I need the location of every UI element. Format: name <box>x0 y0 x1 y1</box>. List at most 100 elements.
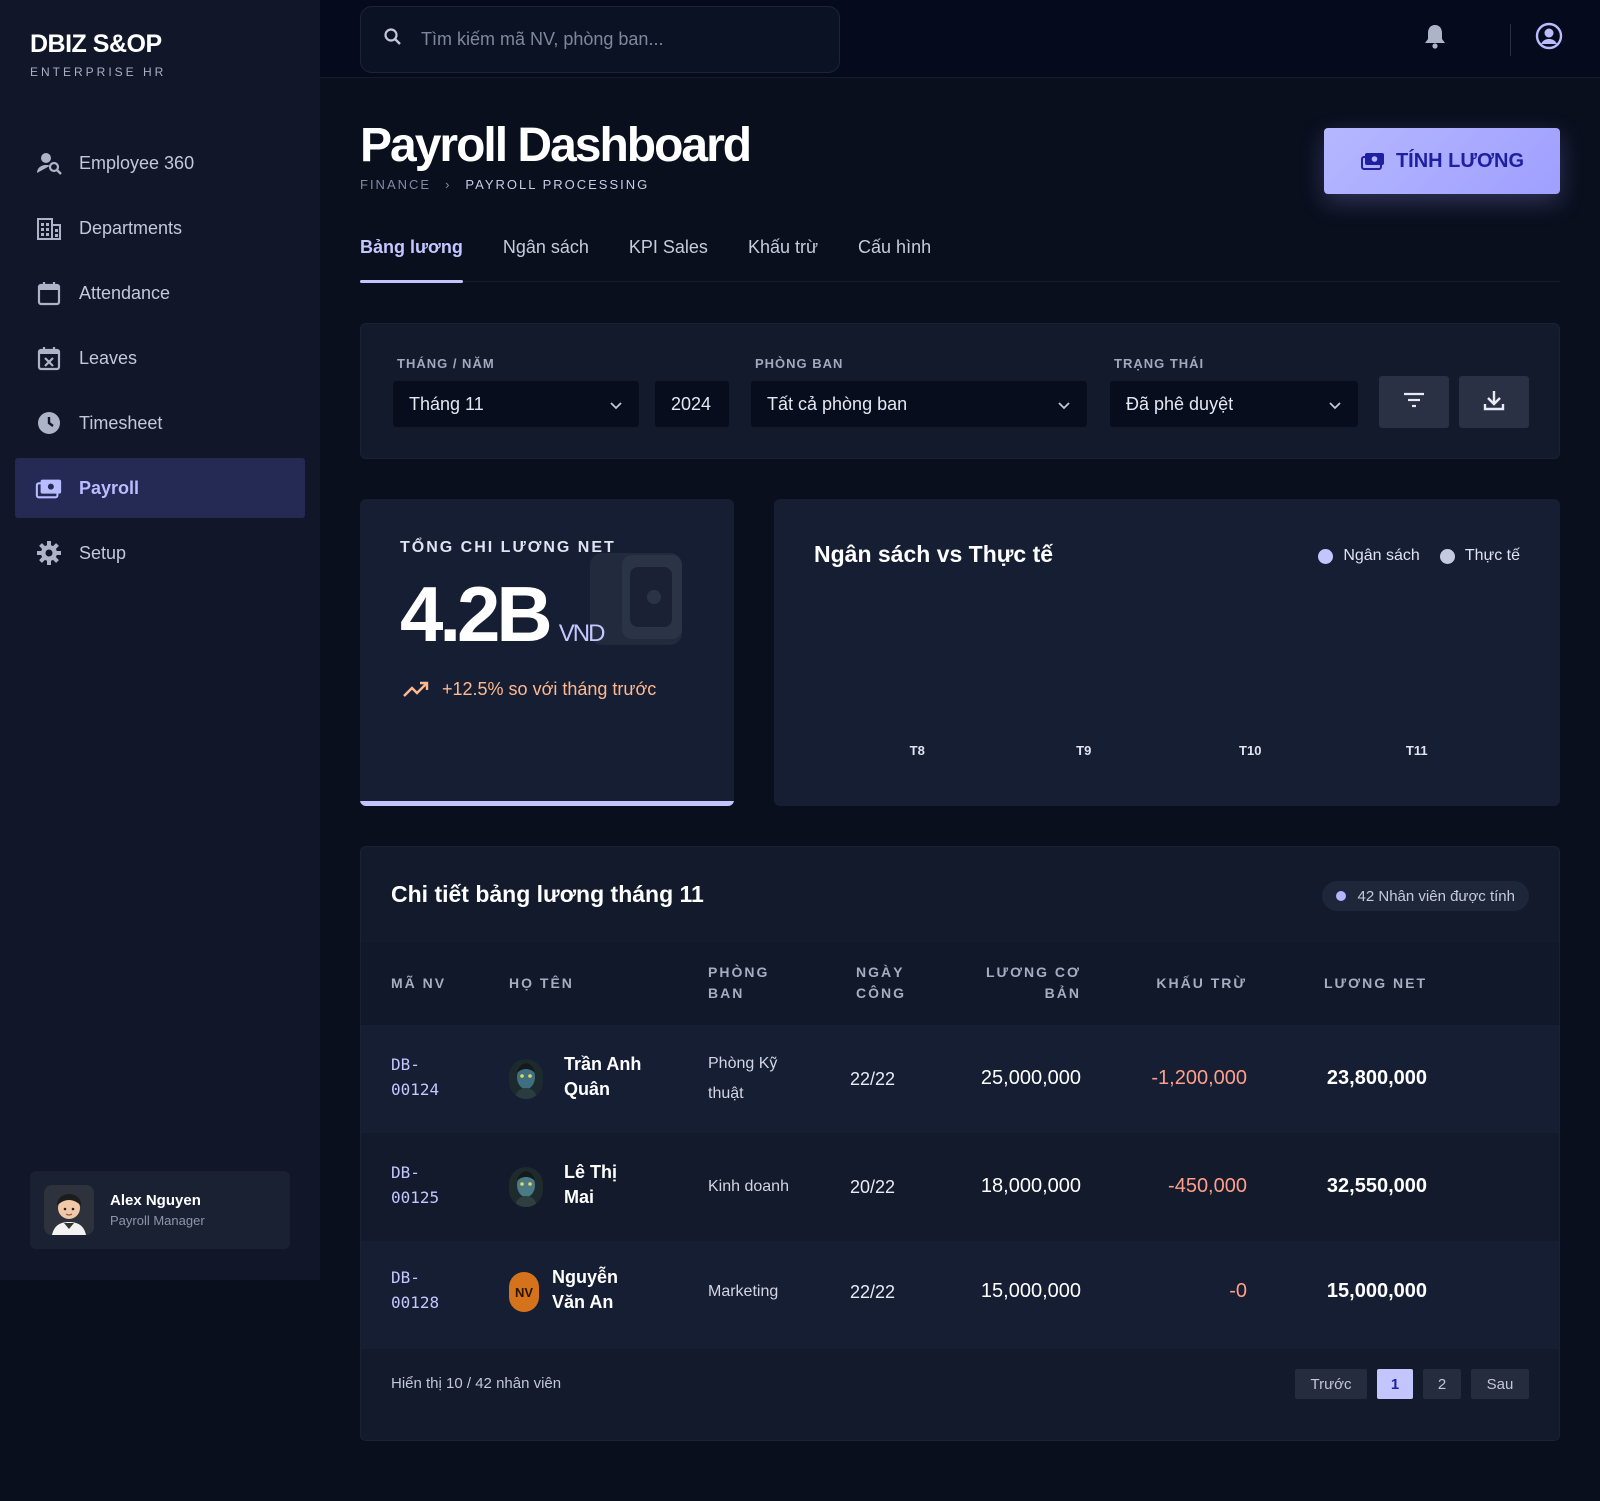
filter-button[interactable] <box>1379 376 1449 428</box>
filter-icon <box>1402 390 1426 415</box>
calendar-icon <box>35 279 63 307</box>
department-select[interactable]: Tất cả phòng ban <box>751 381 1087 427</box>
employee-department: Kinh doanh <box>708 1172 789 1202</box>
month-select[interactable]: Tháng 11 <box>393 381 639 427</box>
sidebar-item-attendance[interactable]: Attendance <box>15 263 305 323</box>
tab-bar: Bảng lương Ngân sách KPI Sales Khấu trừ … <box>360 232 1560 283</box>
stat-unit: VND <box>558 620 606 647</box>
column-header-department[interactable]: PHÒNG BAN <box>708 962 769 1004</box>
tab-payroll-sheet[interactable]: Bảng lương <box>360 232 463 283</box>
column-header-line: PHÒNG <box>708 964 770 980</box>
sidebar-item-label: Leaves <box>79 347 138 368</box>
employee-name[interactable]: Lê Thị Mai <box>564 1160 617 1210</box>
stat-trend: +12.5% so với tháng trước <box>402 679 656 700</box>
money-icon <box>35 474 63 502</box>
employee-id-line: DB- <box>391 1055 420 1074</box>
column-header-name[interactable]: HỌ TÊN <box>509 973 574 994</box>
top-bar <box>320 0 1600 78</box>
month-year-label: THÁNG / NĂM <box>397 356 495 371</box>
employee-id-line: DB- <box>391 1268 420 1287</box>
pagination-page-1[interactable]: 1 <box>1377 1369 1413 1399</box>
status-select-value: Đã phê duyệt <box>1126 393 1234 414</box>
user-role: Payroll Manager <box>110 1213 205 1228</box>
employee-id-line: 00124 <box>391 1080 440 1099</box>
table-row[interactable]: DB- 00125 Lê Thị Mai Kinh doanh 20/22 18… <box>361 1133 1559 1241</box>
column-header-deduction[interactable]: KHẤU TRỪ <box>1087 973 1247 994</box>
employee-avatar <box>509 1167 543 1207</box>
breadcrumb-item[interactable]: FINANCE <box>360 177 431 192</box>
column-header-base-salary[interactable]: LƯƠNG CƠ BẢN <box>921 962 1081 1004</box>
employee-net-salary: 23,800,000 <box>1326 1067 1427 1089</box>
bell-icon[interactable] <box>1420 21 1450 51</box>
employee-workdays: 20/22 <box>850 1177 896 1197</box>
download-button[interactable] <box>1459 376 1529 428</box>
sidebar-item-timesheet[interactable]: Timesheet <box>15 393 305 453</box>
tab-kpi-sales[interactable]: KPI Sales <box>629 232 708 282</box>
badge-dot <box>1335 891 1346 901</box>
account-icon[interactable] <box>1534 21 1564 51</box>
column-header-line: BẢN <box>1044 985 1081 1001</box>
sidebar: DBIZ S&OP ENTERPRISE HR Employee 360 Dep… <box>0 0 320 1280</box>
calculate-payroll-button[interactable]: TÍNH LƯƠNG <box>1324 128 1560 194</box>
sidebar-item-label: Timesheet <box>79 412 163 433</box>
department-select-value: Tất cả phòng ban <box>767 393 908 414</box>
sidebar-item-setup[interactable]: Setup <box>15 523 305 583</box>
employee-count-badge: 42 Nhân viên được tính <box>1321 881 1529 911</box>
breadcrumb: FINANCE › PAYROLL PROCESSING <box>360 177 649 192</box>
user-profile-card[interactable]: Alex Nguyen Payroll Manager <box>30 1171 290 1249</box>
pagination-prev-button[interactable]: Trước <box>1295 1369 1367 1399</box>
sidebar-item-payroll[interactable]: Payroll <box>15 458 305 518</box>
tab-budget[interactable]: Ngân sách <box>503 232 589 282</box>
employee-department-line: Phòng Kỹ <box>708 1055 778 1072</box>
brand-subtitle: ENTERPRISE HR <box>30 65 167 79</box>
tab-configuration[interactable]: Cấu hình <box>858 232 931 282</box>
table-title: Chi tiết bảng lương tháng 11 <box>391 881 704 907</box>
sidebar-item-label: Attendance <box>79 282 171 303</box>
breadcrumb-separator-icon: › <box>445 177 452 192</box>
table-row[interactable]: DB- 00128 NV Nguyễn Văn An Marketing 22/… <box>361 1241 1559 1349</box>
pagination: Trước 1 2 Sau <box>1285 1369 1529 1399</box>
total-net-salary-card: TỔNG CHI LƯƠNG NET 4.2B VND +12.5% so vớ… <box>360 499 734 806</box>
employee-department-line: thuật <box>708 1085 744 1102</box>
year-input[interactable]: 2024 <box>655 381 729 427</box>
chevron-down-icon <box>609 396 623 417</box>
chart-x-tick-label: T8 <box>910 743 925 758</box>
topbar-divider <box>1510 24 1511 56</box>
calendar-x-icon <box>35 344 63 372</box>
sidebar-item-label: Payroll <box>79 477 140 498</box>
sidebar-item-departments[interactable]: Departments <box>15 198 305 258</box>
employee-deduction: -0 <box>1229 1280 1247 1302</box>
status-select[interactable]: Đã phê duyệt <box>1110 381 1358 427</box>
sidebar-item-leaves[interactable]: Leaves <box>15 328 305 388</box>
employee-deduction: -1,200,000 <box>1151 1067 1247 1089</box>
budget-vs-actual-chart: Ngân sách vs Thực tế Ngân sách Thực tế T… <box>774 499 1560 806</box>
employee-name[interactable]: Nguyễn Văn An <box>552 1265 618 1315</box>
column-header-workdays[interactable]: NGÀY CÔNG <box>856 962 906 1004</box>
trending-up-icon <box>402 680 430 700</box>
search-input[interactable] <box>421 29 821 50</box>
pagination-next-button[interactable]: Sau <box>1471 1369 1529 1399</box>
tab-deductions[interactable]: Khấu trừ <box>748 232 818 282</box>
sidebar-item-employee-360[interactable]: Employee 360 <box>15 133 305 193</box>
chart-x-tick-label: T10 <box>1239 743 1261 758</box>
sidebar-nav: Employee 360 Departments Attendance Leav… <box>15 133 305 588</box>
table-row[interactable]: DB- 00124 Trần Anh Quân Phòng Kỹ thuật 2… <box>361 1025 1559 1133</box>
column-header-id[interactable]: MÃ NV <box>391 973 446 994</box>
employee-name-line: Mai <box>564 1187 595 1207</box>
user-search-icon <box>35 149 63 177</box>
employee-name[interactable]: Trần Anh Quân <box>564 1052 641 1102</box>
gear-icon <box>35 539 63 567</box>
column-header-line: BAN <box>708 985 745 1001</box>
employee-department-line: Kinh doanh <box>708 1178 789 1195</box>
pagination-page-2[interactable]: 2 <box>1423 1369 1461 1399</box>
sidebar-item-label: Setup <box>79 542 127 563</box>
employee-id: DB- 00125 <box>391 1160 439 1210</box>
employee-name-line: Văn An <box>552 1292 614 1312</box>
search-box[interactable] <box>360 6 840 73</box>
user-name: Alex Nguyen <box>110 1192 201 1209</box>
department-label: PHÒNG BAN <box>755 356 844 371</box>
sidebar-item-label: Departments <box>79 217 183 238</box>
download-icon <box>1482 388 1506 417</box>
stat-value: 4.2B <box>400 570 553 658</box>
column-header-net-salary[interactable]: LƯƠNG NET <box>1267 973 1427 994</box>
